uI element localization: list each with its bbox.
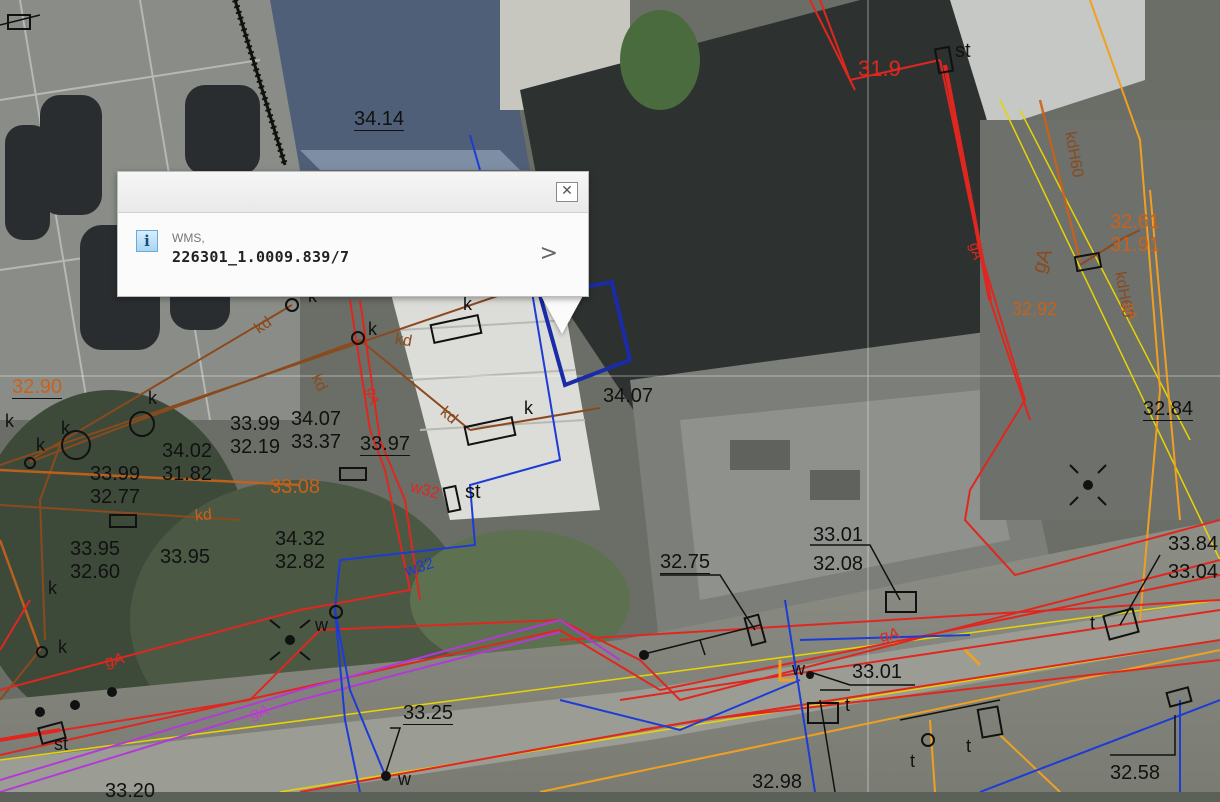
elevation-label: 32.75 — [660, 551, 711, 574]
elevation-label: 31.82 — [162, 463, 213, 485]
elevation-label: 32.77 — [90, 486, 141, 508]
transformer-label: t — [845, 695, 851, 715]
elevation-label: 34.07 — [603, 385, 654, 407]
popup-pointer — [540, 294, 584, 334]
valve-label: w — [315, 615, 328, 635]
manhole-label: k — [5, 411, 14, 431]
feature-result-row[interactable]: i WMS, 226301_1.0009.839/7 > — [118, 213, 588, 295]
elevation-label: 32.98 — [752, 771, 803, 793]
info-icon: i — [136, 230, 158, 252]
elevation-label: 33.99 — [90, 463, 141, 485]
transformer-label: t — [1090, 613, 1096, 633]
valve-label: w — [398, 769, 411, 789]
layer-name: WMS, — [172, 231, 205, 245]
elevation-label: 34.32 — [275, 528, 326, 550]
elevation-label: 31.9 — [858, 56, 901, 81]
elevation-label: 33.37 — [291, 431, 342, 453]
elevation-label: 32.90 — [12, 376, 63, 399]
feature-info-popup: ✕ i WMS, 226301_1.0009.839/7 > — [117, 171, 589, 297]
elevation-label: 33.20 — [105, 780, 156, 802]
manhole-label: k — [48, 578, 57, 598]
elevation-label: 33.99 — [230, 413, 281, 435]
structure-label: st — [955, 40, 971, 62]
elevation-label: 32.58 — [1110, 762, 1161, 784]
elevation-label: 32.61 — [1110, 211, 1161, 233]
valve-label: w — [792, 659, 805, 679]
map-view[interactable]: 34.14 31.9 st 32.61 31.91 gA 32.84 32.90… — [0, 0, 1220, 802]
elevation-label: 34.02 — [162, 440, 213, 462]
chevron-right-icon[interactable]: > — [540, 241, 558, 266]
elevation-label: 33.01 — [852, 661, 903, 683]
elevation-label: 34.07 — [291, 408, 342, 430]
manhole-label: k — [58, 637, 67, 657]
elevation-label: 33.25 — [403, 702, 454, 725]
line-code-label: gA — [248, 702, 272, 723]
elevation-label: 32.60 — [70, 561, 121, 583]
line-code-label: kd — [194, 506, 213, 525]
close-button[interactable]: ✕ — [556, 182, 578, 202]
elevation-label: 31.91 — [1110, 234, 1161, 256]
elevation-label: 33.95 — [160, 546, 211, 568]
transformer-label: t — [966, 736, 972, 756]
structure-label: st — [54, 734, 69, 754]
elevation-label: 33.95 — [70, 538, 121, 560]
elevation-label: 34.14 — [354, 108, 405, 131]
manhole-label: k — [524, 398, 533, 418]
elevation-label: 33.84 — [1168, 533, 1219, 555]
elevation-label: 32.84 — [1143, 398, 1194, 421]
elevation-label: 32.19 — [230, 436, 281, 458]
manhole-label: k — [61, 418, 70, 438]
manhole-label: k — [148, 388, 157, 408]
manhole-label: k — [368, 319, 377, 339]
elevation-label: 33.08 — [270, 476, 321, 498]
structure-label: st — [465, 481, 481, 503]
elevation-label: 33.97 — [360, 433, 411, 456]
elevation-label: 32.82 — [275, 551, 326, 573]
popup-header: ✕ — [118, 172, 588, 213]
elevation-label: 33.01 — [813, 524, 864, 546]
elevation-label: 33.04 — [1168, 561, 1219, 583]
elevation-label: 32.92 — [1012, 299, 1058, 319]
line-code-label: gA — [103, 650, 127, 671]
elevation-label: 32.08 — [813, 553, 864, 575]
line-code-label: gA — [878, 625, 902, 646]
feature-id: 226301_1.0009.839/7 — [172, 248, 350, 266]
manhole-label: k — [36, 435, 45, 455]
roof-blue — [270, 0, 530, 170]
transformer-label: t — [910, 751, 916, 771]
